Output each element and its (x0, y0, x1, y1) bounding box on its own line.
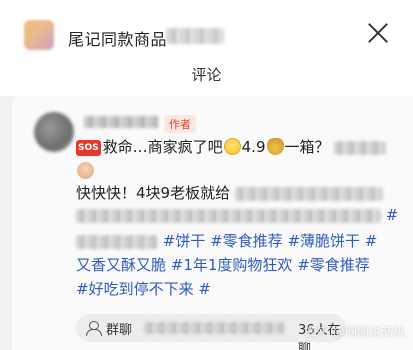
comment-text: 快快快！4块9老板就给 (76, 184, 231, 202)
hashtag-list[interactable]: #饼干 #零食推荐 #薄脆饼干 # (163, 232, 378, 250)
sos-icon: SOS (76, 140, 101, 156)
grin-emoji-icon (223, 138, 241, 155)
group-icon (86, 321, 102, 336)
page-title: 评论 (0, 60, 413, 96)
blurred-username[interactable] (84, 116, 158, 128)
group-chat-label: 群聊 (106, 323, 133, 338)
product-thumbnail[interactable] (24, 20, 54, 50)
comment-text: 一箱？ (284, 138, 330, 156)
comment-line-3: # (76, 204, 398, 226)
product-title[interactable]: 尾记同款商品 (68, 26, 167, 50)
blurred-text (76, 208, 381, 223)
blurred-text (334, 140, 387, 155)
hashtag[interactable]: # (386, 206, 399, 224)
money-bag-emoji-icon (266, 138, 284, 155)
comment-card: 作者 SOS 救命…商家疯了吧 4.9 一箱？ 快快快！4块9老板就给 # #饼干 #… (12, 96, 413, 350)
watermark: 知乎 @网购说商机 (305, 325, 405, 339)
blurred-group-name (144, 322, 284, 334)
price-text: 4.9 (241, 138, 266, 156)
comment-line-4: #饼干 #零食推荐 #薄脆饼干 # (76, 230, 377, 252)
author-badge: 作者 (164, 115, 196, 133)
comment-line-emoji (76, 160, 95, 182)
avatar[interactable] (34, 112, 74, 152)
comment-line-1: SOS 救命…商家疯了吧 4.9 一箱？ (76, 136, 387, 158)
face-emoji-icon (77, 162, 94, 179)
blurred-title-tail (166, 28, 224, 44)
close-icon[interactable] (367, 22, 389, 44)
blurred-text (76, 234, 158, 249)
blurred-text (234, 186, 383, 201)
comment-line-2: 快快快！4块9老板就给 (76, 182, 383, 204)
comment-text: 救命…商家疯了吧 (102, 138, 223, 156)
hashtag-list[interactable]: 又香又酥又脆 #1年1度购物狂欢 #零食推荐 (76, 254, 370, 276)
top-bar: 尾记同款商品 (0, 0, 413, 60)
hashtag-list[interactable]: #好吃到停不下来 # (76, 278, 211, 300)
